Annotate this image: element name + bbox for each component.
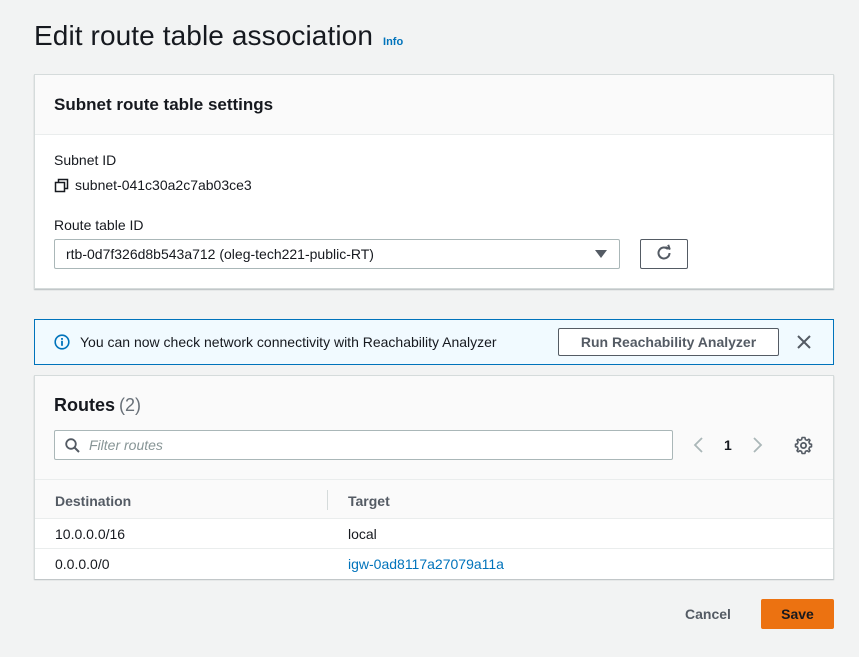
flash-message: You can now check network connectivity w…: [80, 334, 497, 350]
caret-down-icon: [595, 250, 607, 258]
routes-title: Routes (2): [54, 395, 141, 416]
page-title: Edit route table association: [34, 20, 374, 51]
target-link[interactable]: igw-0ad8117a27079a11a: [348, 556, 504, 572]
subnet-route-table-settings-panel: Subnet route table settings Subnet ID su…: [34, 74, 834, 289]
destination-cell: 10.0.0.0/16: [55, 526, 126, 542]
chevron-right-icon[interactable]: [750, 436, 764, 454]
route-table-id-label: Route table ID: [54, 217, 144, 233]
routes-count: (2): [119, 395, 142, 415]
routes-panel: Routes(2) 1 Destination Target 10.0.0.0/…: [34, 375, 834, 579]
column-divider: [327, 490, 328, 510]
reachability-flash: You can now check network connectivity w…: [34, 319, 834, 365]
close-icon[interactable]: [795, 333, 813, 351]
column-header-target[interactable]: Target: [348, 493, 390, 509]
routes-title-text: Routes: [54, 395, 116, 415]
destination-cell: 0.0.0.0/0: [55, 556, 110, 572]
route-table-select-value: rtb-0d7f326d8b543a712 (oleg-tech221-publ…: [66, 246, 374, 262]
table-row: 0.0.0.0/0 igw-0ad8117a27079a11a: [35, 549, 833, 579]
refresh-button[interactable]: [640, 239, 688, 269]
subnet-id-label: Subnet ID: [54, 152, 117, 168]
table-row: 10.0.0.0/16 local: [35, 519, 833, 549]
current-page[interactable]: 1: [724, 437, 732, 453]
page-header: Edit route table association Info: [34, 20, 403, 52]
table-header: Destination Target: [35, 479, 833, 519]
target-cell: local: [348, 526, 377, 542]
settings-title: Subnet route table settings: [54, 95, 274, 114]
route-table-select[interactable]: rtb-0d7f326d8b543a712 (oleg-tech221-publ…: [54, 239, 620, 269]
info-circle-icon: [54, 334, 70, 350]
settings-header: Subnet route table settings: [35, 75, 833, 135]
subnet-id-text: subnet-041c30a2c7ab03ce3: [75, 177, 252, 193]
column-header-destination[interactable]: Destination: [55, 493, 131, 509]
search-icon: [65, 438, 80, 453]
filter-routes-input[interactable]: [89, 436, 649, 454]
gear-icon[interactable]: [794, 436, 813, 455]
info-link[interactable]: Info: [383, 36, 403, 48]
refresh-icon: [655, 243, 673, 265]
filter-routes-field[interactable]: [54, 430, 673, 460]
save-button[interactable]: Save: [761, 599, 834, 629]
chevron-left-icon[interactable]: [692, 436, 706, 454]
routes-header: [35, 376, 833, 479]
cancel-button[interactable]: Cancel: [672, 599, 744, 629]
copy-icon[interactable]: [54, 178, 69, 193]
subnet-id-value: subnet-041c30a2c7ab03ce3: [54, 177, 252, 193]
run-reachability-analyzer-button[interactable]: Run Reachability Analyzer: [558, 328, 779, 356]
